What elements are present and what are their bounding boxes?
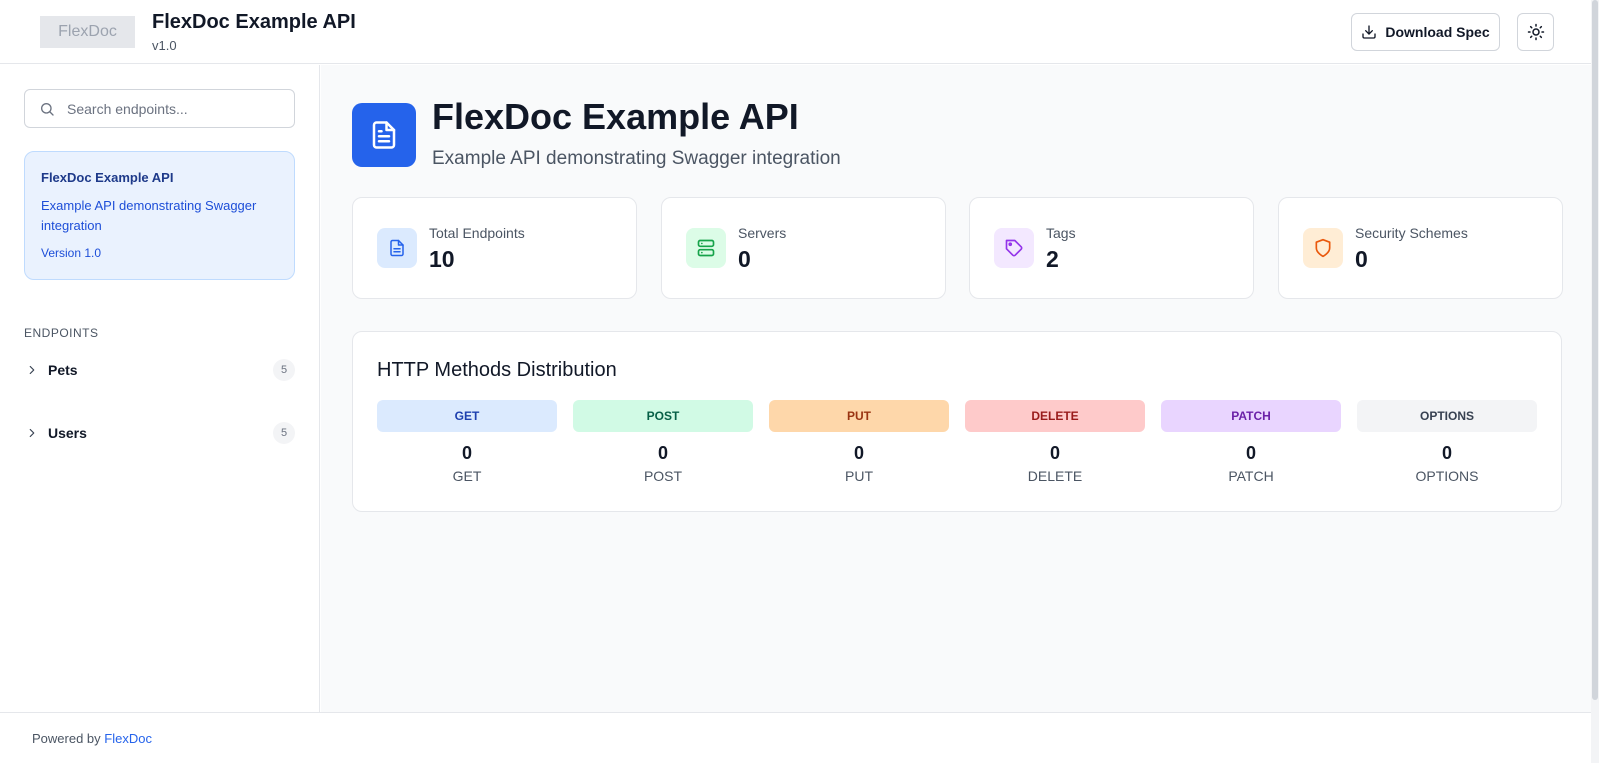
server-icon — [686, 228, 726, 268]
sidebar: FlexDoc Example API Example API demonstr… — [0, 65, 320, 712]
search-input[interactable] — [67, 100, 277, 117]
download-icon — [1362, 25, 1377, 39]
method-get: GET 0 GET — [377, 400, 557, 484]
stat-label: Servers — [738, 225, 787, 241]
stat-card-servers: Servers 0 — [661, 197, 946, 299]
method-name: OPTIONS — [1415, 468, 1479, 484]
stat-value: 2 — [1046, 246, 1059, 272]
stat-value: 0 — [738, 246, 751, 272]
method-name: PATCH — [1228, 468, 1274, 484]
theme-toggle-button[interactable] — [1517, 13, 1554, 51]
footer-text: Powered by FlexDoc — [32, 731, 152, 746]
method-delete: DELETE 0 DELETE — [965, 400, 1145, 484]
stat-card-security-schemes: Security Schemes 0 — [1278, 197, 1563, 299]
download-spec-button[interactable]: Download Spec — [1351, 13, 1500, 51]
api-card-description: Example API demonstrating Swagger integr… — [41, 198, 257, 233]
http-methods-card: HTTP Methods Distribution GET 0 GET POST… — [352, 331, 1562, 512]
sun-icon — [1527, 23, 1544, 41]
search-icon — [41, 102, 54, 116]
sidebar-group-label: Users — [48, 425, 87, 441]
sidebar-group-count: 5 — [273, 359, 295, 381]
chevron-right-icon — [24, 426, 40, 440]
stat-label: Security Schemes — [1355, 225, 1468, 241]
download-spec-label: Download Spec — [1385, 24, 1490, 40]
method-count: 0 — [461, 443, 472, 463]
app-version: v1.0 — [152, 38, 177, 53]
footer: Powered by FlexDoc — [0, 712, 1591, 763]
method-count: 0 — [1441, 443, 1452, 463]
stat-value: 10 — [429, 246, 455, 272]
tag-icon — [994, 228, 1034, 268]
scrollbar-thumb[interactable] — [1592, 0, 1598, 700]
sidebar-group-users[interactable]: Users 5 — [24, 419, 295, 447]
stat-card-total-endpoints: Total Endpoints 10 — [352, 197, 637, 299]
chevron-right-icon — [24, 363, 40, 377]
stat-label: Total Endpoints — [429, 225, 525, 241]
sidebar-group-count: 5 — [273, 422, 295, 444]
stat-value: 0 — [1355, 246, 1368, 272]
page-title: FlexDoc Example API — [432, 96, 799, 137]
document-icon — [377, 228, 417, 268]
method-count: 0 — [853, 443, 864, 463]
shield-icon — [1303, 228, 1343, 268]
method-count: 0 — [1049, 443, 1060, 463]
flexdoc-link[interactable]: FlexDoc — [104, 731, 152, 746]
api-document-icon — [352, 103, 416, 167]
endpoints-section-label: ENDPOINTS — [24, 326, 99, 340]
api-card-version: Version 1.0 — [41, 246, 102, 260]
method-badge: OPTIONS — [1357, 400, 1537, 432]
method-name: GET — [452, 468, 482, 484]
top-header: FlexDoc FlexDoc Example API v1.0 Downloa… — [0, 0, 1599, 64]
method-options: OPTIONS 0 OPTIONS — [1357, 400, 1537, 484]
method-badge: PUT — [769, 400, 949, 432]
footer-prefix: Powered by — [32, 731, 105, 746]
api-info-card[interactable]: FlexDoc Example API Example API demonstr… — [24, 151, 295, 280]
method-badge: POST — [573, 400, 753, 432]
app-title: FlexDoc Example API — [152, 11, 356, 33]
sidebar-group-label: Pets — [48, 362, 78, 378]
page-subtitle: Example API demonstrating Swagger integr… — [432, 148, 841, 169]
method-badge: PATCH — [1161, 400, 1341, 432]
logo[interactable]: FlexDoc — [40, 16, 135, 48]
method-count: 0 — [657, 443, 668, 463]
api-card-title: FlexDoc Example API — [41, 170, 174, 185]
method-count: 0 — [1245, 443, 1256, 463]
scrollbar[interactable] — [1591, 0, 1599, 763]
method-patch: PATCH 0 PATCH — [1161, 400, 1341, 484]
method-put: PUT 0 PUT — [769, 400, 949, 484]
methods-title: HTTP Methods Distribution — [377, 359, 617, 381]
search-box[interactable] — [24, 89, 295, 128]
stat-card-tags: Tags 2 — [969, 197, 1254, 299]
method-badge: GET — [377, 400, 557, 432]
method-name: PUT — [845, 468, 873, 484]
sidebar-group-pets[interactable]: Pets 5 — [24, 356, 295, 384]
method-name: POST — [643, 468, 683, 484]
method-name: DELETE — [1027, 468, 1083, 484]
method-post: POST 0 POST — [573, 400, 753, 484]
method-badge: DELETE — [965, 400, 1145, 432]
stat-label: Tags — [1046, 225, 1076, 241]
